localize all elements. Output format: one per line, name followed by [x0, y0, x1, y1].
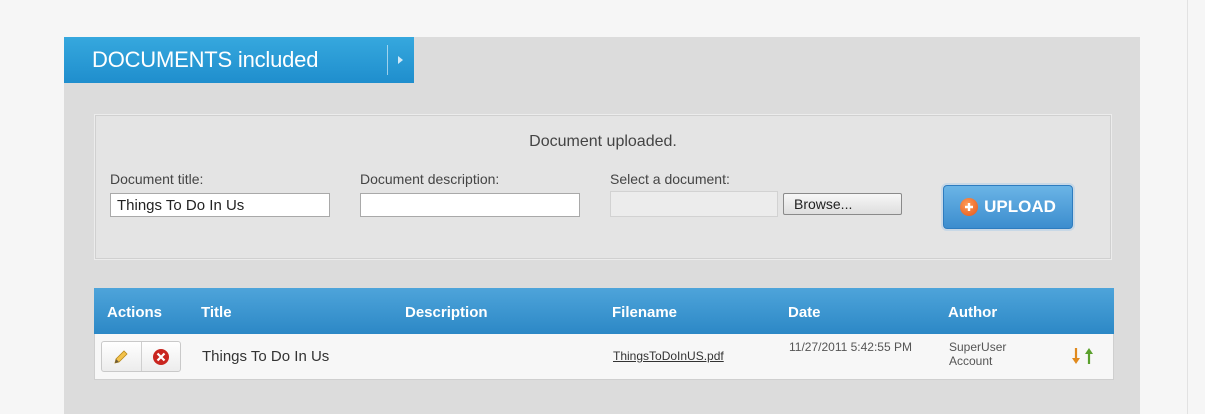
table-header: Actions Title Description Filename Date …	[94, 288, 1114, 334]
sort-up-icon[interactable]	[1084, 347, 1094, 365]
plus-circle-icon	[960, 198, 979, 216]
collapse-toggle[interactable]	[387, 45, 414, 75]
upload-form: Document uploaded. Document title: Docum…	[94, 114, 1112, 260]
row-title: Things To Do In Us	[202, 348, 330, 365]
column-author[interactable]: Author	[948, 304, 997, 321]
document-description-input[interactable]	[360, 193, 580, 217]
row-date: 11/27/2011 5:42:55 PM	[789, 340, 912, 354]
upload-label: UPLOAD	[984, 197, 1056, 216]
page-divider	[1187, 0, 1188, 414]
description-label: Document description:	[360, 171, 500, 187]
documents-table: Actions Title Description Filename Date …	[94, 288, 1114, 380]
column-filename[interactable]: Filename	[612, 304, 677, 321]
delete-button[interactable]	[140, 342, 181, 371]
sort-down-icon[interactable]	[1071, 347, 1081, 365]
column-actions: Actions	[107, 304, 163, 321]
document-title-input[interactable]	[110, 193, 330, 217]
column-description[interactable]: Description	[405, 304, 488, 321]
row-actions	[101, 341, 181, 372]
section-title: DOCUMENTS included	[92, 47, 319, 72]
select-document-label: Select a document:	[610, 171, 730, 187]
column-date[interactable]: Date	[788, 304, 821, 321]
table-row: Things To Do In Us ThingsToDoInUS.pdf 11…	[94, 334, 1114, 380]
chevron-right-icon	[398, 56, 403, 64]
sort-controls	[1071, 347, 1094, 365]
pencil-icon	[114, 349, 128, 364]
row-author: SuperUser Account	[949, 340, 1007, 368]
title-label: Document title:	[110, 171, 204, 187]
upload-button[interactable]: UPLOAD	[943, 185, 1073, 229]
row-filename-link[interactable]: ThingsToDoInUS.pdf	[613, 349, 724, 363]
delete-icon	[152, 348, 169, 365]
file-path-field[interactable]	[610, 191, 778, 217]
browse-button[interactable]: Browse...	[783, 193, 902, 215]
status-message: Document uploaded.	[529, 133, 677, 150]
section-header: DOCUMENTS included	[64, 37, 414, 83]
edit-button[interactable]	[102, 342, 141, 371]
column-title[interactable]: Title	[201, 304, 232, 321]
